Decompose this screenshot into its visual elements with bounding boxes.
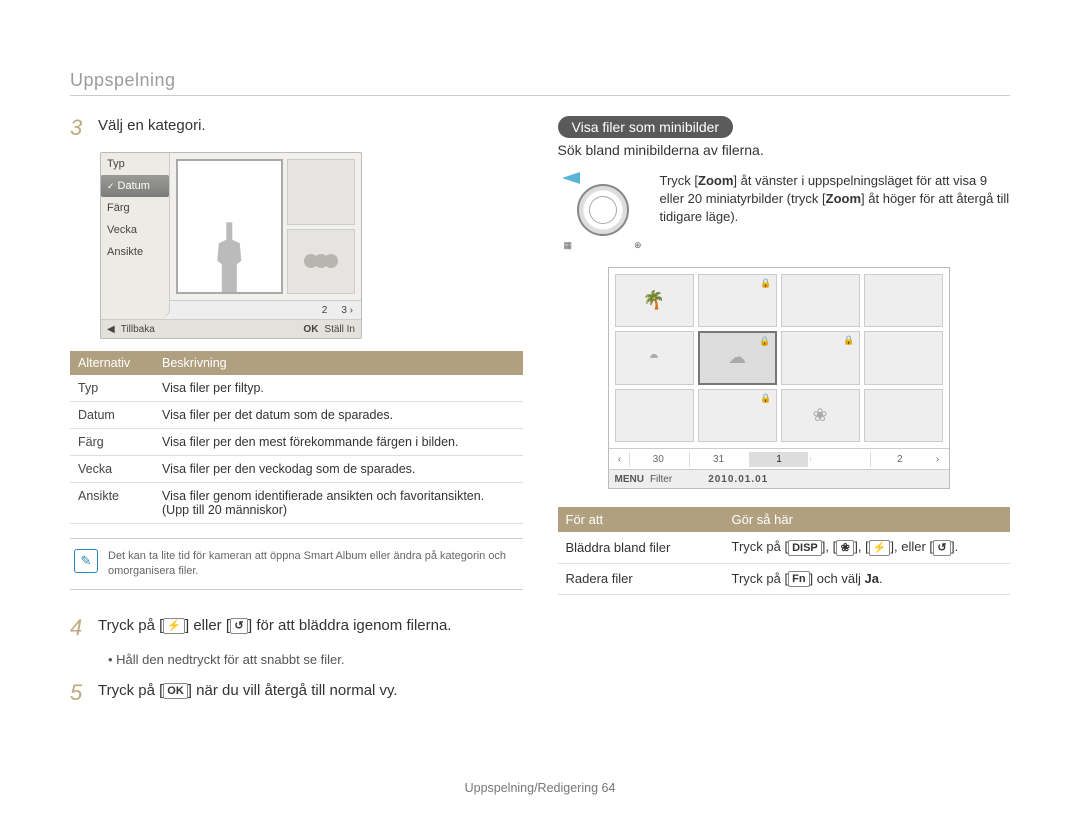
cat-typ[interactable]: Typ — [101, 153, 169, 175]
table-row: TypVisa filer per filtyp. — [70, 375, 523, 402]
palm-icon: 🌴 — [643, 290, 665, 311]
alternativ-table: Alternativ Beskrivning TypVisa filer per… — [70, 351, 523, 524]
zoom-dial: ▦⊕ — [558, 172, 648, 251]
cloud-icon: ☁ — [728, 347, 746, 368]
date-cell-selected[interactable]: 1 — [749, 452, 807, 467]
dates-row: ‹ 30 31 1 2 › — [609, 448, 949, 469]
face-icon: ◓ — [649, 347, 660, 368]
category-screen: Typ Datum Färg Vecka Ansikte — [100, 152, 362, 339]
lock-icon: 🔒 — [759, 336, 770, 347]
screen1-page-nav: 2 3 › — [170, 300, 361, 319]
set-label: Ställ In — [324, 324, 355, 335]
grid-thumb[interactable] — [781, 274, 860, 327]
thumb-small-faces — [287, 229, 355, 295]
timer-key-icon: ↺ — [230, 618, 248, 634]
ok-key-icon: OK — [163, 683, 188, 699]
step-3: 3 Välj en kategori. — [70, 116, 523, 140]
dial-arrow-icon — [562, 172, 580, 184]
note-box: ✎ Det kan ta lite tid för kameran att öp… — [70, 538, 523, 590]
grid-thumb[interactable]: ◓ — [615, 331, 694, 384]
th-foratt: För att — [558, 507, 724, 532]
date-cell[interactable]: 31 — [689, 452, 747, 467]
section-title: Uppspelning — [70, 70, 1010, 96]
prev-arrow-icon[interactable]: ‹ — [613, 454, 627, 465]
category-list: Typ Datum Färg Vecka Ansikte — [101, 153, 170, 319]
menu-key: MENU — [615, 474, 644, 485]
flash-key-icon: ⚡ — [163, 618, 185, 634]
sub-text: Sök bland minibilderna av filerna. — [558, 142, 1011, 158]
flower-icon: ❀ — [812, 405, 827, 426]
step-num: 5 — [70, 681, 86, 705]
step-text: Tryck på [OK] när du vill återgå till no… — [98, 681, 398, 705]
back-arrow-icon[interactable]: ◀ — [107, 324, 115, 335]
table-row: Radera filer Tryck på [Fn] och välj Ja. — [558, 563, 1011, 595]
th-alternativ: Alternativ — [70, 351, 154, 375]
thumb-small — [287, 159, 355, 225]
step-text: Tryck på [⚡] eller [↺] för att bläddra i… — [98, 616, 451, 640]
note-text: Det kan ta lite tid för kameran att öppn… — [108, 549, 519, 579]
next-arrow-icon[interactable]: › — [931, 454, 945, 465]
grid-thumb[interactable]: 🌴 — [615, 274, 694, 327]
disp-key-icon: DISP — [788, 540, 822, 556]
cat-farg[interactable]: Färg — [101, 197, 169, 219]
macro-key-icon: ❀ — [836, 540, 854, 556]
person-icon — [214, 222, 244, 292]
table-row: AnsikteVisa filer genom identifierade an… — [70, 483, 523, 524]
table-row: FärgVisa filer per den mest förekommande… — [70, 429, 523, 456]
grid-thumb[interactable] — [864, 331, 943, 384]
section-pill: Visa filer som minibilder — [558, 116, 734, 138]
table-row: DatumVisa filer per det datum som de spa… — [70, 402, 523, 429]
step-text: Välj en kategori. — [98, 116, 206, 140]
cat-vecka[interactable]: Vecka — [101, 219, 169, 241]
step-num: 4 — [70, 616, 86, 640]
step-5: 5 Tryck på [OK] när du vill återgå till … — [70, 681, 523, 705]
grid-thumb-selected[interactable]: 🔒☁ — [698, 331, 777, 384]
date-cell[interactable] — [810, 457, 868, 461]
th-gorsahar: Gör så här — [724, 507, 1011, 532]
grid-thumb[interactable]: 🔒 — [781, 331, 860, 384]
grid-thumb[interactable]: ❀ — [781, 389, 860, 442]
dial-icon — [577, 184, 629, 236]
lock-icon: 🔒 — [760, 393, 771, 404]
step-num: 3 — [70, 116, 86, 140]
thumb-large — [176, 159, 283, 294]
cat-ansikte[interactable]: Ansikte — [101, 241, 169, 263]
table-row: VeckaVisa filer per den veckodag som de … — [70, 456, 523, 483]
footer-date: 2010.01.01 — [708, 474, 768, 485]
table-row: Bläddra bland filer Tryck på [DISP], [❀]… — [558, 532, 1011, 563]
grid-thumb[interactable] — [864, 274, 943, 327]
ok-key: OK — [303, 324, 318, 335]
page-3: 3 › — [341, 305, 353, 316]
grid-thumb[interactable] — [615, 389, 694, 442]
thumbnail-screen: 🌴 🔒 ◓ 🔒☁ 🔒 🔒 ❀ ‹ 30 31 — [608, 267, 950, 489]
step-4: 4 Tryck på [⚡] eller [↺] för att bläddra… — [70, 616, 523, 640]
grid-thumb[interactable] — [864, 389, 943, 442]
back-label: Tillbaka — [121, 324, 155, 335]
lock-icon: 🔒 — [843, 335, 854, 346]
page-footer: Uppspelning/Redigering 64 — [0, 781, 1080, 795]
timer-key-icon: ↺ — [933, 540, 951, 556]
grid-thumb[interactable]: 🔒 — [698, 274, 777, 327]
lock-icon: 🔒 — [760, 278, 771, 289]
grid-thumb[interactable]: 🔒 — [698, 389, 777, 442]
flash-key-icon: ⚡ — [869, 540, 891, 556]
zoom-text: Tryck [Zoom] åt vänster i uppspelningslä… — [660, 172, 1011, 251]
zoom-in-icon: ⊕ — [634, 240, 642, 251]
cat-datum[interactable]: Datum — [101, 175, 169, 197]
left-column: 3 Välj en kategori. Typ Datum Färg Vecka… — [70, 116, 523, 717]
grid-icon: ▦ — [564, 240, 573, 251]
note-icon: ✎ — [74, 549, 98, 573]
step4-bullet: • Håll den nedtryckt för att snabbt se f… — [108, 652, 523, 667]
action-table: För att Gör så här Bläddra bland filer T… — [558, 507, 1011, 595]
page-2: 2 — [322, 305, 328, 316]
zoom-instruction: ▦⊕ Tryck [Zoom] åt vänster i uppspelning… — [558, 172, 1011, 251]
filter-label: Filter — [650, 474, 672, 485]
fn-key-icon: Fn — [788, 571, 809, 587]
th-beskrivning: Beskrivning — [154, 351, 523, 375]
date-cell[interactable]: 30 — [629, 452, 687, 467]
date-cell[interactable]: 2 — [870, 452, 928, 467]
right-column: Visa filer som minibilder Sök bland mini… — [558, 116, 1011, 717]
